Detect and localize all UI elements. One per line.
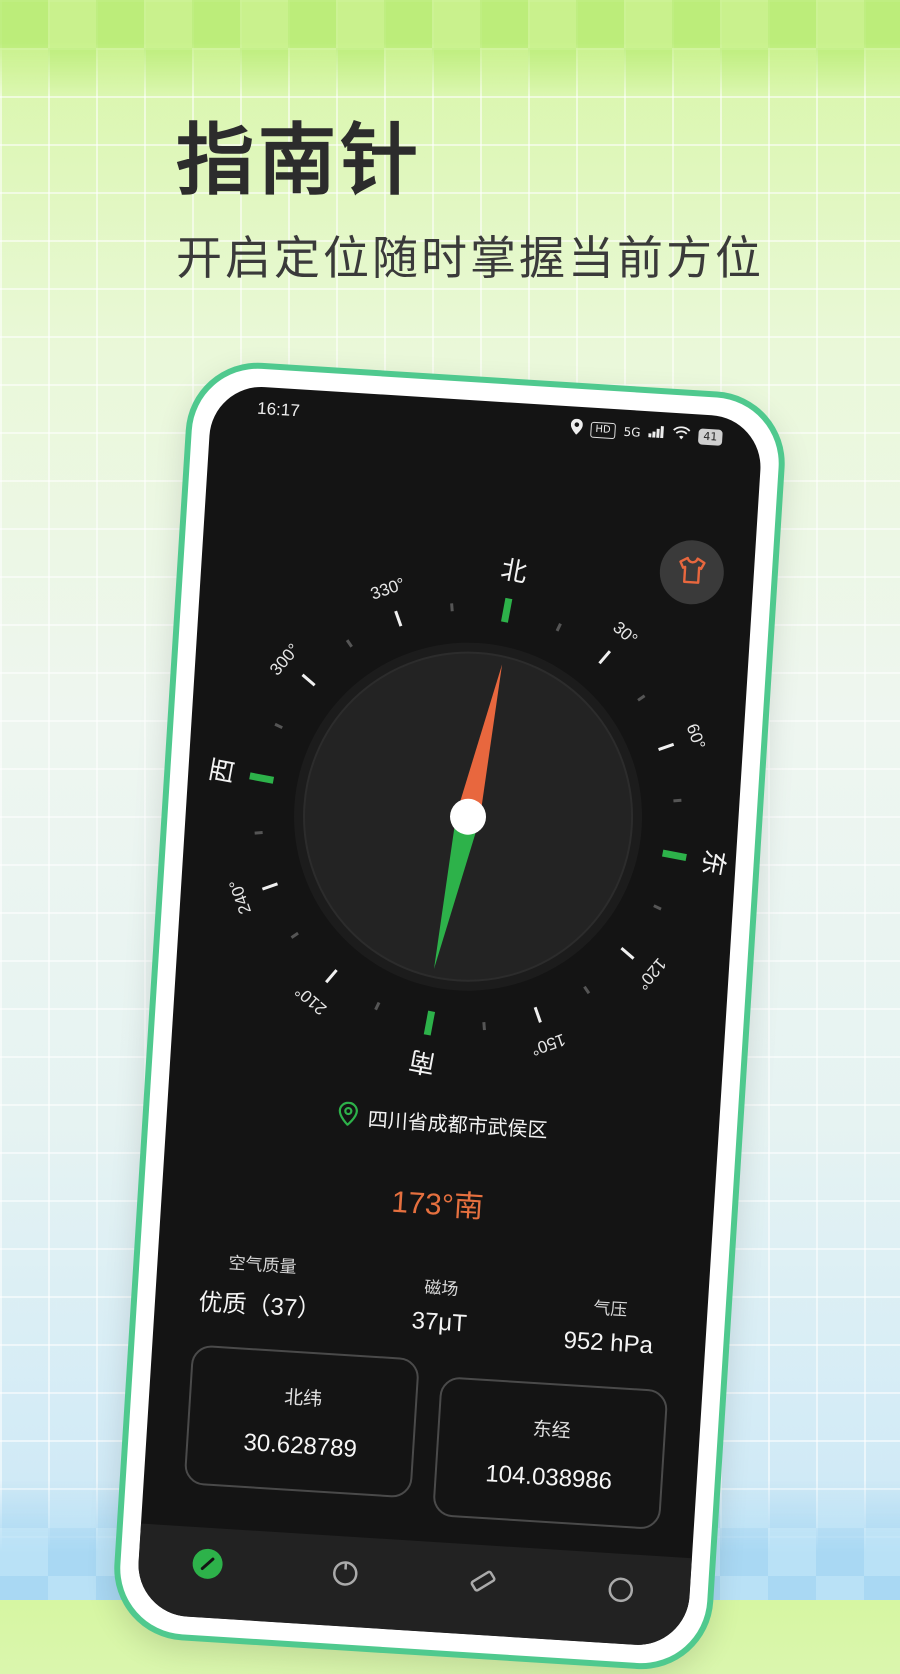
hero-subtitle: 开启定位随时掌握当前方位 <box>176 231 764 285</box>
compass-tick <box>261 882 279 891</box>
compass-tick <box>450 603 454 612</box>
level-icon <box>329 1557 361 1593</box>
compass-tick <box>501 597 513 623</box>
stat-magnetic: 磁场 37μT <box>353 1269 527 1343</box>
degree-label-60: 60° <box>683 721 709 752</box>
degree-label-210: 210° <box>291 981 330 1018</box>
compass-dial: 30° 60° 120° 150° 210° 240° 300° 330° 北 … <box>206 555 730 1079</box>
degree-label-300: 300° <box>266 640 303 679</box>
phone-screen: 16:17 HD 5G 41 30° 60° 120° 150° 210° 24… <box>135 383 764 1649</box>
compass-tick <box>658 742 675 752</box>
compass-tick <box>662 849 687 861</box>
cardinal-east: 东 <box>696 847 730 878</box>
wifi-icon <box>672 426 691 444</box>
compass-tick <box>325 969 338 984</box>
compass-tick <box>423 1010 436 1036</box>
compass-tick <box>653 904 662 911</box>
stat-air-quality: 空气质量 优质（37） <box>174 1245 348 1326</box>
compass-tick <box>274 722 283 730</box>
hd-badge: HD <box>589 421 617 439</box>
compass-tick <box>254 831 263 835</box>
longitude-card: 东经 104.038986 <box>432 1376 669 1531</box>
longitude-label: 东经 <box>532 1417 572 1443</box>
compass-tick <box>301 673 316 687</box>
compass-tick <box>598 650 612 665</box>
compass-tick <box>394 610 403 627</box>
stat-value: 37μT <box>410 1307 468 1338</box>
location-pin-icon <box>337 1101 359 1131</box>
stat-label: 气压 <box>592 1298 628 1321</box>
signal-icon <box>648 425 665 441</box>
battery-indicator: 41 <box>697 427 723 446</box>
ruler-icon <box>467 1565 499 1601</box>
compass-tick <box>533 1006 542 1023</box>
cardinal-west: 西 <box>206 755 240 786</box>
location-text: 四川省成都市武侯区 <box>367 1107 549 1143</box>
cardinal-south: 南 <box>407 1044 438 1078</box>
phone-bezel: 16:17 HD 5G 41 30° 60° 120° 150° 210° 24… <box>116 364 783 1668</box>
degree-label-150: 150° <box>529 1030 568 1060</box>
stat-label: 磁场 <box>423 1277 459 1300</box>
compass-icon <box>189 1546 225 1586</box>
status-icons: HD 5G 41 <box>570 418 723 447</box>
compass-tick <box>249 772 275 784</box>
network-label: 5G <box>623 424 641 440</box>
compass-tick <box>583 985 591 995</box>
compass-tick <box>345 639 353 648</box>
compass-tick <box>482 1021 486 1031</box>
heading-readout: 173°南 <box>390 1185 485 1225</box>
hero-title: 指南针 <box>176 116 423 206</box>
nav-compass[interactable] <box>186 1545 228 1587</box>
longitude-value: 104.038986 <box>484 1460 613 1496</box>
status-time: 16:17 <box>256 398 301 421</box>
stat-value: 优质（37） <box>197 1288 322 1324</box>
bottom-nav <box>135 1523 692 1649</box>
degree-label-30: 30° <box>609 618 641 649</box>
latitude-label: 北纬 <box>283 1386 323 1411</box>
background-checker-top <box>0 0 900 96</box>
compass-tick <box>637 694 646 702</box>
compass-tick <box>620 947 635 960</box>
latitude-value: 30.628789 <box>242 1428 358 1463</box>
degree-label-120: 120° <box>633 954 670 993</box>
stat-value: 952 hPa <box>562 1326 654 1360</box>
compass-tick <box>374 1001 381 1011</box>
nav-more[interactable] <box>599 1571 641 1613</box>
nav-ruler[interactable] <box>462 1562 504 1604</box>
stat-pressure: 气压 952 hPa <box>523 1289 697 1363</box>
nav-level[interactable] <box>324 1553 366 1595</box>
latitude-card: 北纬 30.628789 <box>183 1344 420 1499</box>
compass-tick <box>290 931 299 939</box>
stat-label: 空气质量 <box>227 1253 297 1278</box>
more-icon <box>605 1574 637 1610</box>
degree-label-330: 330° <box>368 574 407 604</box>
cardinal-north: 北 <box>498 555 529 589</box>
compass-tick <box>555 623 562 632</box>
compass-tick <box>673 798 682 803</box>
phone-mockup: 16:17 HD 5G 41 30° 60° 120° 150° 210° 24… <box>109 358 790 1674</box>
degree-label-240: 240° <box>225 877 255 916</box>
location-pin-icon <box>570 418 583 438</box>
